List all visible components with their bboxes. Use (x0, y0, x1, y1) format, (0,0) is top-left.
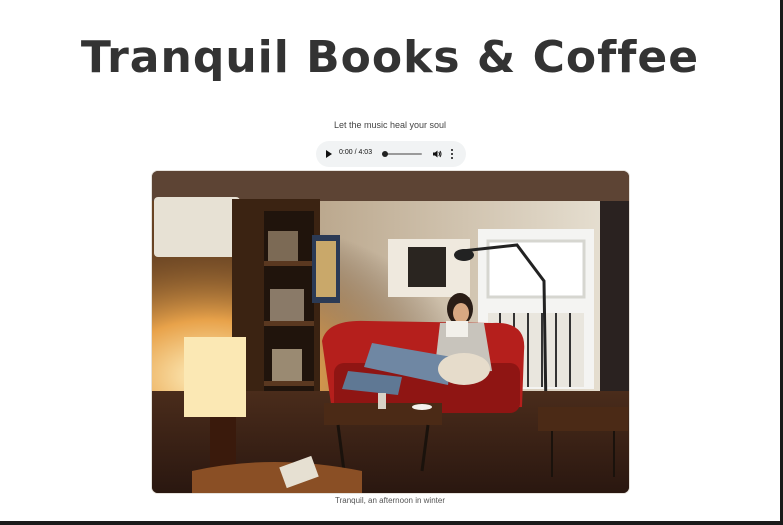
tagline: Let the music heal your soul (333, 120, 447, 130)
volume-icon[interactable] (432, 149, 442, 159)
audio-seek-bar[interactable] (382, 151, 422, 157)
seek-thumb[interactable] (382, 151, 388, 157)
photo-caption: Tranquil, an afternoon in winter (335, 496, 445, 505)
page-title: Tranquil Books & Coffee (80, 32, 700, 83)
more-options-icon[interactable] (451, 149, 453, 159)
photo-woman-reading (152, 171, 629, 493)
air-conditioner (154, 197, 240, 257)
audio-time: 0:00 / 4:03 (339, 149, 373, 156)
audio-player[interactable]: 0:00 / 4:03 (316, 141, 466, 167)
photo-scene (152, 171, 629, 493)
play-icon[interactable] (326, 150, 332, 158)
window-bottom-border (0, 521, 783, 525)
